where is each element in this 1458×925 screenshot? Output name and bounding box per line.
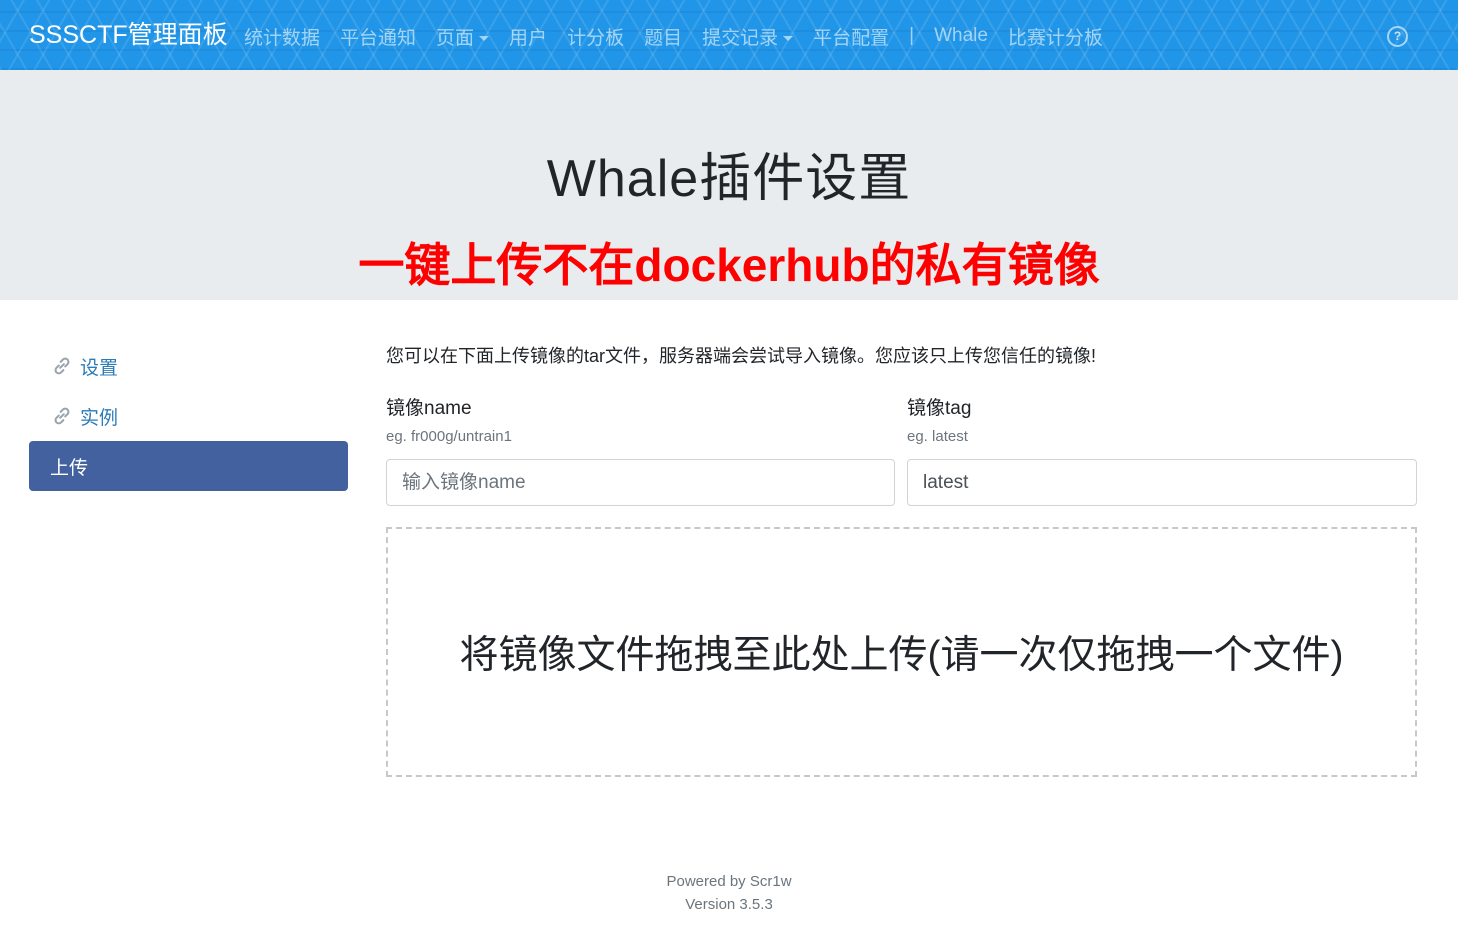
nav-item-contest-scoreboard[interactable]: 比赛计分板 xyxy=(1008,23,1103,50)
image-tag-help: eg. latest xyxy=(907,428,968,445)
file-dropzone[interactable]: 将镜像文件拖拽至此处上传(请一次仅拖拽一个文件) xyxy=(386,527,1417,777)
footer-version: Version 3.5.3 xyxy=(685,896,773,913)
sidebar-item-label: 上传 xyxy=(50,457,89,479)
nav-item-whale[interactable]: Whale xyxy=(934,25,988,47)
dropzone-text: 将镜像文件拖拽至此处上传(请一次仅拖拽一个文件) xyxy=(459,634,1344,677)
nav-item-submissions[interactable]: 提交记录 xyxy=(702,23,794,50)
link-icon xyxy=(54,407,70,425)
nav-item-label: 计分板 xyxy=(567,27,625,49)
nav-item-label: 提交记录 xyxy=(702,27,779,49)
nav-item-label: 平台通知 xyxy=(340,27,417,49)
caret-down-icon xyxy=(479,35,490,41)
nav-item-scoreboard[interactable]: 计分板 xyxy=(567,23,624,50)
page-header: Whale插件设置 一键上传不在dockerhub的私有镜像 xyxy=(0,70,1458,300)
settings-sidebar: 设置 实例 上传 xyxy=(29,341,348,491)
image-tag-input[interactable] xyxy=(907,459,1417,506)
top-navbar: SSSCTF管理面板 统计数据 平台通知 页面 用户 计分板 题目 提交记录 平… xyxy=(0,0,1458,70)
nav-item-config[interactable]: 平台配置 xyxy=(813,23,889,50)
nav-item-label: Whale xyxy=(934,25,988,46)
sidebar-item-label: 实例 xyxy=(80,407,119,429)
sidebar-item-upload[interactable]: 上传 xyxy=(29,441,348,491)
footer: Powered by Scr1w Version 3.5.3 xyxy=(0,870,1458,916)
nav-item-label: 页面 xyxy=(436,27,475,49)
image-name-input[interactable] xyxy=(386,459,895,506)
nav-item-stats[interactable]: 统计数据 xyxy=(244,23,320,50)
sidebar-item-instances[interactable]: 实例 xyxy=(29,391,348,441)
upload-intro-text: 您可以在下面上传镜像的tar文件，服务器端会尝试导入镜像。您应该只上传您信任的镜… xyxy=(386,346,1097,366)
image-name-help: eg. fr000g/untrain1 xyxy=(386,428,512,445)
nav-item-users[interactable]: 用户 xyxy=(509,23,547,50)
nav-item-label: 平台配置 xyxy=(813,27,890,49)
sidebar-item-settings[interactable]: 设置 xyxy=(29,341,348,391)
nav-item-challenges[interactable]: 题目 xyxy=(644,23,682,50)
link-icon xyxy=(54,357,70,375)
nav-separator: | xyxy=(909,25,915,46)
nav-item-notifications[interactable]: 平台通知 xyxy=(340,23,416,50)
page-subtitle: 一键上传不在dockerhub的私有镜像 xyxy=(358,239,1100,291)
nav-item-label: 比赛计分板 xyxy=(1007,27,1103,49)
nav-item-label: 用户 xyxy=(509,27,548,49)
nav-item-label: 题目 xyxy=(644,27,683,49)
image-name-label: 镜像name xyxy=(386,398,472,419)
question-circle-icon[interactable]: ? xyxy=(1387,26,1408,47)
sidebar-item-label: 设置 xyxy=(80,357,119,379)
navbar-menu: 统计数据 平台通知 页面 用户 计分板 题目 提交记录 平台配置 | Whale… xyxy=(244,22,1123,50)
image-tag-label: 镜像tag xyxy=(907,398,972,419)
nav-item-pages[interactable]: 页面 xyxy=(436,23,490,50)
caret-down-icon xyxy=(783,35,794,41)
nav-item-label: 统计数据 xyxy=(244,27,321,49)
footer-powered-by[interactable]: Powered by Scr1w xyxy=(0,870,1458,893)
page-title: Whale插件设置 xyxy=(546,150,912,208)
navbar-brand[interactable]: SSSCTF管理面板 xyxy=(29,18,228,52)
